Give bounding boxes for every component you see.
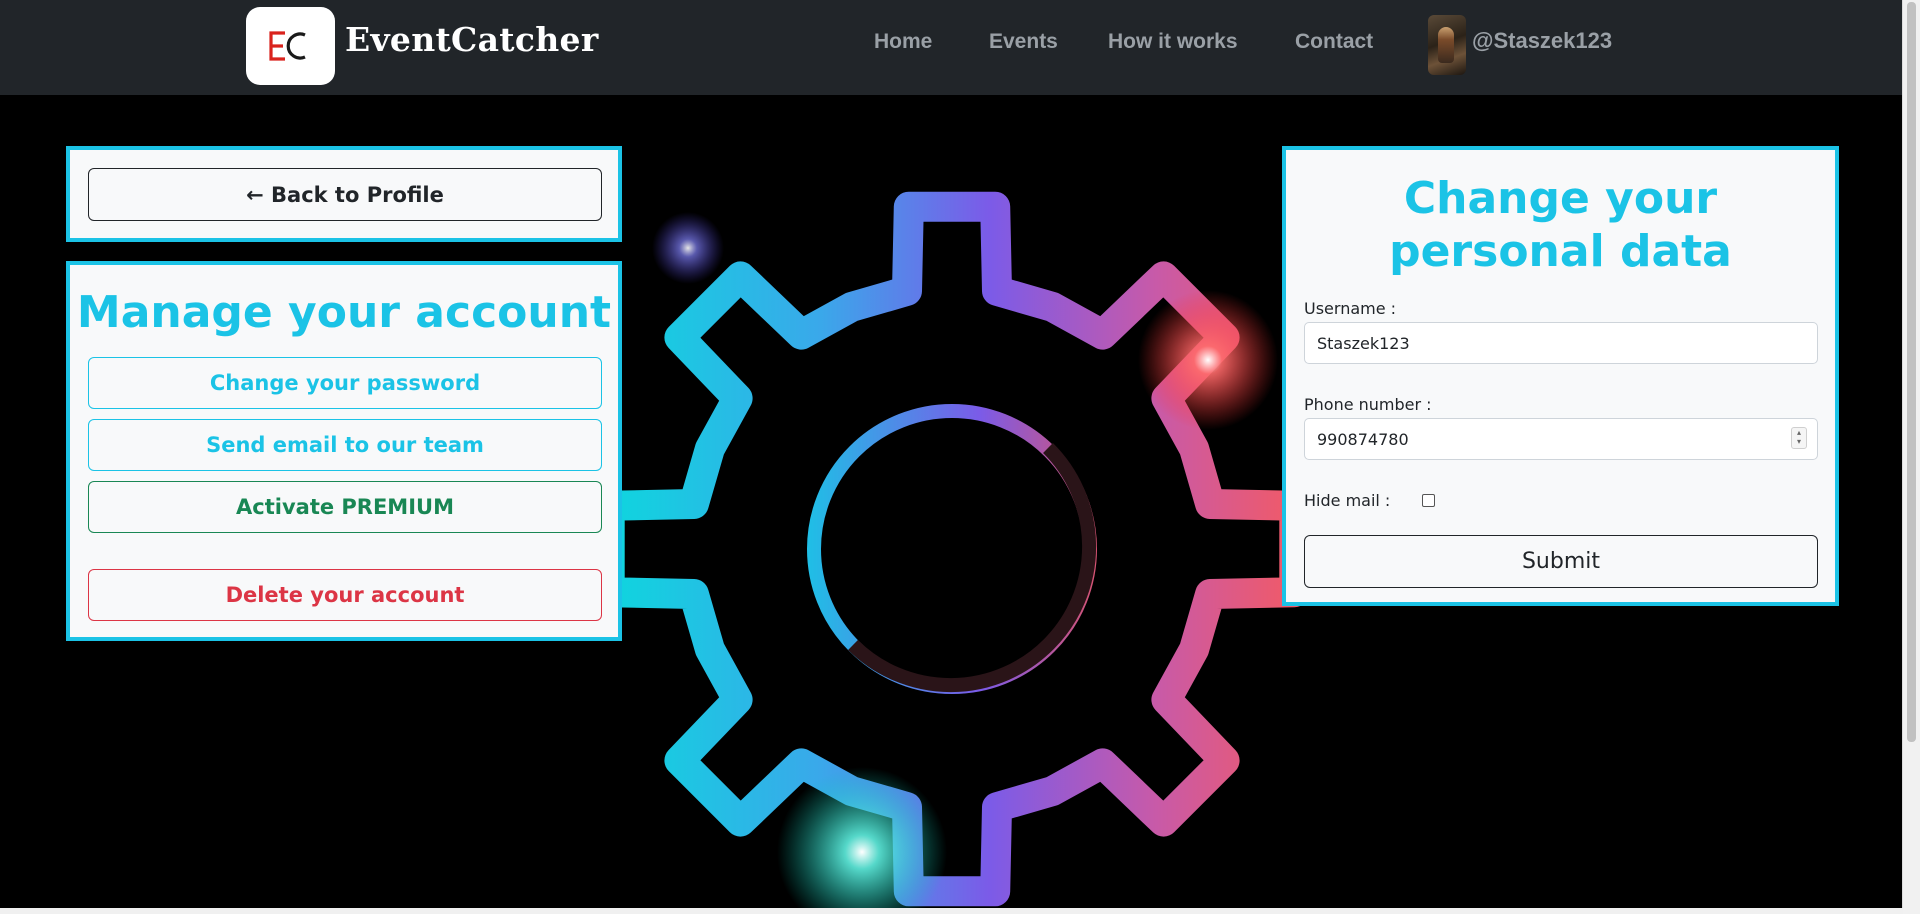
hide-mail-label: Hide mail : — [1304, 491, 1391, 510]
hide-mail-checkbox[interactable] — [1422, 494, 1435, 507]
back-panel: ← Back to Profile — [66, 146, 622, 242]
ec-logo-icon — [268, 31, 306, 61]
username-value: Staszek123 — [1317, 333, 1410, 353]
phone-field[interactable]: 990874780 ▴ ▾ — [1304, 418, 1818, 460]
vertical-scrollbar[interactable] — [1902, 0, 1920, 914]
avatar[interactable] — [1428, 15, 1466, 75]
username-field[interactable]: Staszek123 — [1304, 322, 1818, 364]
bottom-edge — [0, 908, 1903, 914]
submit-button[interactable]: Submit — [1304, 535, 1818, 588]
personal-data-title: Change your personal data — [1389, 173, 1732, 277]
brand-name[interactable]: EventCatcher — [345, 20, 599, 59]
navbar: EventCatcher Home Events How it works Co… — [0, 0, 1920, 95]
phone-value: 990874780 — [1317, 429, 1409, 449]
username-label: Username : — [1304, 299, 1397, 318]
nav-home[interactable]: Home — [874, 30, 932, 54]
nav-contact[interactable]: Contact — [1295, 30, 1373, 54]
manage-account-panel: Manage your account Change your password… — [66, 261, 622, 641]
scrollbar-thumb[interactable] — [1907, 2, 1916, 742]
user-name[interactable]: @Staszek123 — [1472, 28, 1612, 54]
back-to-profile-button[interactable]: ← Back to Profile — [88, 168, 602, 221]
phone-label: Phone number : — [1304, 395, 1432, 414]
nav-how-it-works[interactable]: How it works — [1108, 30, 1238, 54]
phone-stepper-icon[interactable]: ▴ ▾ — [1791, 427, 1807, 449]
activate-premium-button[interactable]: Activate PREMIUM — [88, 481, 602, 533]
nav-events[interactable]: Events — [989, 30, 1058, 54]
personal-data-panel: Change your personal data Username : Sta… — [1282, 146, 1839, 606]
logo[interactable] — [246, 7, 335, 85]
manage-account-title: Manage your account — [76, 287, 612, 338]
delete-account-button[interactable]: Delete your account — [88, 569, 602, 621]
send-email-button[interactable]: Send email to our team — [88, 419, 602, 471]
change-password-button[interactable]: Change your password — [88, 357, 602, 409]
